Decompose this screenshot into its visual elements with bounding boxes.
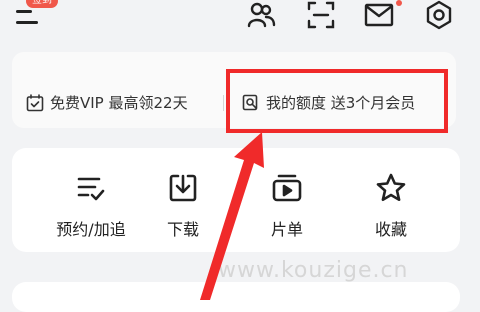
next-section-card xyxy=(12,282,460,312)
calendar-check-icon xyxy=(26,93,44,112)
action-favorites[interactable]: 收藏 xyxy=(346,172,436,242)
action-download-label: 下载 xyxy=(166,220,199,239)
notification-dot xyxy=(396,0,402,6)
download-icon xyxy=(167,172,199,204)
top-bar: 签到 xyxy=(0,0,480,40)
free-vip-label: 免费VIP 最高领22天 xyxy=(50,94,188,112)
playlist-icon xyxy=(271,172,303,204)
action-reserve[interactable]: 预约/加追 xyxy=(46,172,136,242)
action-favorites-label: 收藏 xyxy=(374,220,407,239)
action-playlist[interactable]: 片单 xyxy=(242,172,332,242)
action-reserve-label: 预约/加追 xyxy=(56,220,126,239)
annotation-highlight-box xyxy=(226,69,448,133)
free-vip-entry[interactable]: 免费VIP 最高领22天 xyxy=(26,92,188,113)
friends-icon[interactable] xyxy=(246,0,276,30)
list-check-icon xyxy=(75,172,107,204)
action-playlist-label: 片单 xyxy=(270,220,303,239)
action-download[interactable]: 下载 xyxy=(138,172,228,242)
scan-icon[interactable] xyxy=(306,0,336,30)
star-icon xyxy=(375,172,407,204)
watermark-text: www.kouzige.cn xyxy=(218,258,409,283)
mail-icon[interactable] xyxy=(364,0,394,30)
sign-in-badge[interactable]: 签到 xyxy=(26,0,58,8)
settings-icon[interactable] xyxy=(424,0,454,30)
banner-divider xyxy=(223,95,224,111)
